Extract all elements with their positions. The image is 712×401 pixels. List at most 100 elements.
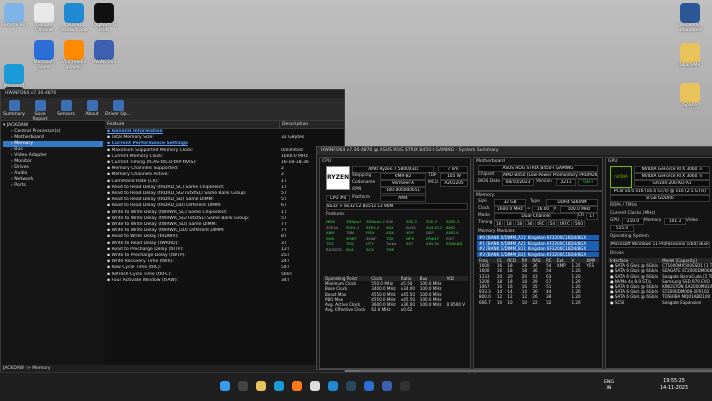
timing-value: 16 [494,220,504,227]
ghub-icon [94,3,114,23]
desktop-icon[interactable]: Space [676,83,704,108]
desktop-icon[interactable]: Recently unordered [676,3,704,33]
drives-title: Drives [610,251,624,256]
gpu-chip: GA104-200-KD-A1 [634,180,710,187]
folder-icon [680,83,700,103]
memory-module-list[interactable]: #0 [BANK 0/DIMM_A1]: Kingston KF3200C16D… [477,235,599,257]
recycle-bin-icon [4,3,24,23]
device-tree[interactable]: ▾ JACKDAW › Central Processor(s) › Motherb… [1,121,106,365]
file-explorer-icon[interactable] [256,381,266,391]
gpu-video-clk: 555.0 [610,225,634,232]
toolbar-driver-button[interactable]: Driver Up... [105,98,131,120]
desktop-icon[interactable]: Google Chrome [30,3,58,33]
toolbar-save-button[interactable]: Save Report [27,98,53,122]
memory-module-item[interactable]: #2 [BANK 1/DIMM_B1]: Kingston KF3200C16D… [477,246,599,251]
desktop-icon[interactable]: HWiNFO64 [90,40,118,65]
col-description[interactable]: Description [279,121,344,128]
timing-value: tRFC [558,220,572,227]
desktop-icon[interactable]: SpaceMe [676,43,704,68]
mobo-name: ASUS ROG STRIX B450-I GAMING [478,165,598,172]
cpu-feature: AES-NI [426,241,439,246]
mode-label: Mode [478,213,490,218]
table-cell: Avg. Effective Clock [325,307,366,313]
gpu-clk-label: GPU [610,218,620,223]
table-cell: 1.20 [571,299,581,305]
mem-mode: Dual-Channel [494,213,578,220]
gpu-panel: GPU nVIDIA NVIDIA GeForce RTX 3060 Ti NV… [605,157,712,369]
summary-icon [8,100,20,111]
cpu-codename: Vermeer-X [380,180,426,187]
table-cell: 62.0 MHz [371,307,391,313]
language-indicator[interactable]: ENG IN [604,380,614,392]
chipset-label: Chipset [478,172,495,177]
toolbar-about-button[interactable]: About [79,98,105,120]
table-cell: 0.9500 V [446,302,466,308]
hwinfo-main-window: HWiNFO64 v7.30-4870 Summary Save Report Se… [0,89,345,374]
memory-module-item[interactable]: #3 [BANK 1/DIMM_B2]: Kingston KF3200C16D… [477,251,599,257]
cpu-tdp: 105 W [440,173,468,180]
timing-value: 560 [572,220,585,227]
toolbar-sensors-button[interactable]: Sensors [53,98,79,120]
mobo-chipset: AMD B450 (Low-Power Promontory PROM26.4) [502,172,598,179]
store-icon[interactable] [364,381,374,391]
platform-label: Platform [352,195,371,200]
cpu-stepping: VMR-B2 [380,173,426,180]
windows-icon[interactable] [220,381,230,391]
memory-module-item[interactable]: #0 [BANK 0/DIMM_A1]: Kingston KF3200C16D… [477,235,599,240]
desktop-icon[interactable]: Microsoft Store [30,40,58,70]
toolbar-label: About [85,112,99,117]
table-cell: 32 [546,299,552,305]
terminal-icon[interactable] [400,381,410,391]
tree-item[interactable]: › Ports [3,183,103,189]
memory-module-item[interactable]: #1 [BANK 0/DIMM_A2]: Kingston KF3200C16D… [477,240,599,246]
vlc-icon [64,40,84,60]
edge-icon[interactable] [274,381,284,391]
cpu-selector[interactable]: CPU #0 [326,195,350,202]
bios-date-label: BIOS Date [478,179,500,184]
chrome-icon [34,3,54,23]
mem-cr: 1T [586,213,598,220]
col-feature[interactable]: Feature [105,121,279,128]
steam-icon[interactable] [346,381,356,391]
clock-label: Clock [478,206,490,211]
os-name: Microsoft Windows 11 Professional (x64) … [610,241,710,248]
vscode-icon[interactable] [328,381,338,391]
toolbar-label: Summary [3,112,25,117]
system-clock[interactable]: 19:55:25 14-11-2023 [660,378,688,392]
cpu-panel: CPU RYZEN AMD Ryzen 7 5800X3D 7 nm Stepp… [319,157,471,369]
bios-version: 3211 [556,179,576,186]
desktop-icon[interactable]: Recycle Bin [0,3,28,28]
desktop-icon[interactable]: Visual Studio Code [60,3,88,33]
edge-icon [4,64,24,85]
nvidia-logo-icon: nVIDIA [610,166,632,188]
cpu-features-grid: MMX 3DNow! 3DNow!-2 SSE SSE-2 SSE-3 SSSE-3 SSE4… [326,219,466,252]
chrome-icon[interactable] [310,381,320,391]
table-cell: 10 [507,299,513,305]
mem-bus: 100.0 MHz [560,206,598,213]
gpu-name: NVIDIA GeForce RTX 3060 Ti [634,166,710,173]
clock-time: 19:55:25 [663,379,685,384]
cpu-feature: SHA [346,246,354,252]
hwinfo-icon[interactable] [382,381,392,391]
gpu-clocks-title: Current Clocks (MHz) [610,211,656,216]
about-icon [86,100,98,111]
features-label: Features [326,212,345,217]
cpu-platform: AM4 [380,195,426,202]
toolbar-summary-button[interactable]: Summary [1,98,27,120]
desktop-icon-label: Space [683,103,697,108]
detail-row[interactable]: ▪ Four Activate Window (tFAW): 34T [105,278,344,284]
table-cell [555,300,570,305]
table-cell: 10 [496,299,503,305]
detail-header: Feature Description [105,121,344,129]
table-cell: 22 [532,299,538,305]
vscode-icon [64,3,84,23]
firefox-icon[interactable] [292,381,302,391]
desktop-icon[interactable]: Logitech G HUB [90,3,118,33]
system-summary-window: HWiNFO64 v7.30-4870 @ ASUS ROG STRIX B45… [316,146,712,370]
mcu-label: MCU [428,180,438,185]
memory-timing-table: Freq CL RCD RP RAS RC Ext. V XMP 1600 16 18 18 36 54 XM… [477,258,599,305]
gpu-name-2: NVIDIA GeForce RTX 3060 Ti [634,173,710,180]
search-icon[interactable] [238,381,248,391]
mem-x: x [554,206,557,211]
desktop-icon[interactable]: VLC media player [60,40,88,70]
